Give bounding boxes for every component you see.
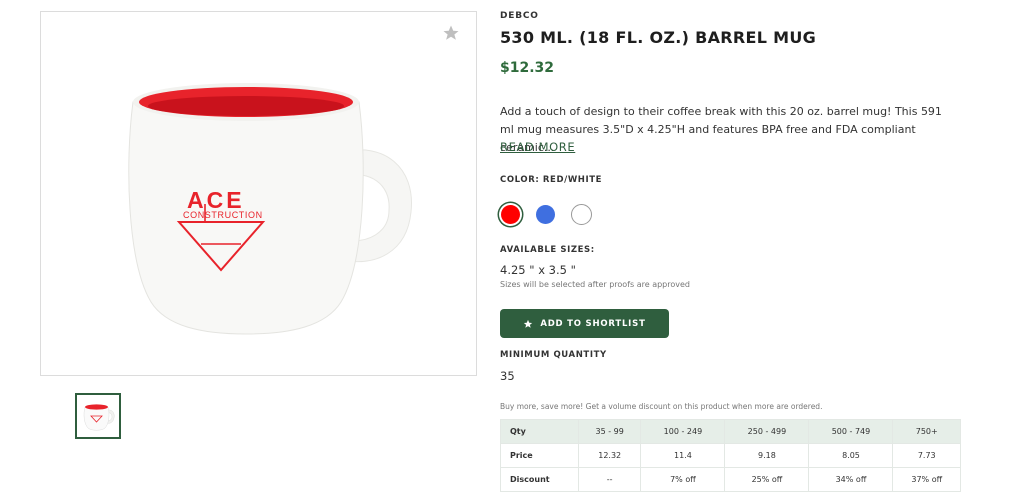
table-cell: 12.32	[577, 443, 642, 468]
size-note: Sizes will be selected after proofs are …	[500, 280, 690, 289]
table-cell: 7% off	[640, 467, 726, 492]
shortlist-label: ADD TO SHORTLIST	[540, 318, 646, 329]
table-cell: 8.05	[808, 443, 894, 468]
product-brand: DEBCO	[500, 11, 539, 21]
star-icon	[524, 319, 533, 328]
mug-product-image: ACE CONSTRUCTION	[128, 83, 412, 335]
available-sizes-label: AVAILABLE SIZES:	[500, 245, 595, 255]
table-header-cell: 35 - 99	[577, 419, 642, 444]
table-cell: 25% off	[724, 467, 810, 492]
table-header-cell: 500 - 749	[808, 419, 894, 444]
product-title: 530 ML. (18 FL. OZ.) BARREL MUG	[500, 28, 817, 47]
table-cell: Discount	[500, 467, 579, 492]
table-row: Discount -- 7% off 25% off 34% off 37% o…	[500, 467, 961, 492]
table-header-cell: Qty	[500, 419, 579, 444]
minimum-quantity-label: MINIMUM QUANTITY	[500, 350, 607, 360]
table-header-row: Qty 35 - 99 100 - 249 250 - 499 500 - 74…	[500, 419, 961, 444]
table-cell: --	[577, 467, 642, 492]
product-price: $12.32	[500, 60, 555, 76]
table-cell: Price	[500, 443, 579, 468]
table-cell: 34% off	[808, 467, 894, 492]
size-value: 4.25 " x 3.5 "	[500, 263, 576, 277]
minimum-quantity-value: 35	[500, 369, 515, 383]
table-cell: 11.4	[640, 443, 726, 468]
table-header-cell: 250 - 499	[724, 419, 810, 444]
volume-pricing-table: Qty 35 - 99 100 - 249 250 - 499 500 - 74…	[500, 419, 961, 492]
table-header-cell: 750+	[892, 419, 961, 444]
product-thumbnail[interactable]	[75, 393, 121, 439]
mug-thumbnail-icon	[83, 404, 115, 431]
table-cell: 7.73	[892, 443, 961, 468]
table-cell: 9.18	[724, 443, 810, 468]
product-image-frame: ACE CONSTRUCTION	[40, 11, 477, 376]
color-swatch-red[interactable]	[501, 205, 520, 224]
read-more-link[interactable]: READ MORE	[500, 140, 575, 154]
table-header-cell: 100 - 249	[640, 419, 726, 444]
color-label: COLOR: RED/WHITE	[500, 175, 603, 185]
add-to-shortlist-button[interactable]: ADD TO SHORTLIST	[500, 309, 669, 338]
mug-logo-construction: CONSTRUCTION	[183, 210, 263, 220]
favorite-star-icon[interactable]	[442, 24, 460, 42]
table-cell: 37% off	[892, 467, 961, 492]
color-swatch-white[interactable]	[571, 204, 592, 225]
volume-discount-note: Buy more, save more! Get a volume discou…	[500, 402, 823, 411]
color-swatch-blue[interactable]	[536, 205, 555, 224]
table-row: Price 12.32 11.4 9.18 8.05 7.73	[500, 443, 961, 468]
